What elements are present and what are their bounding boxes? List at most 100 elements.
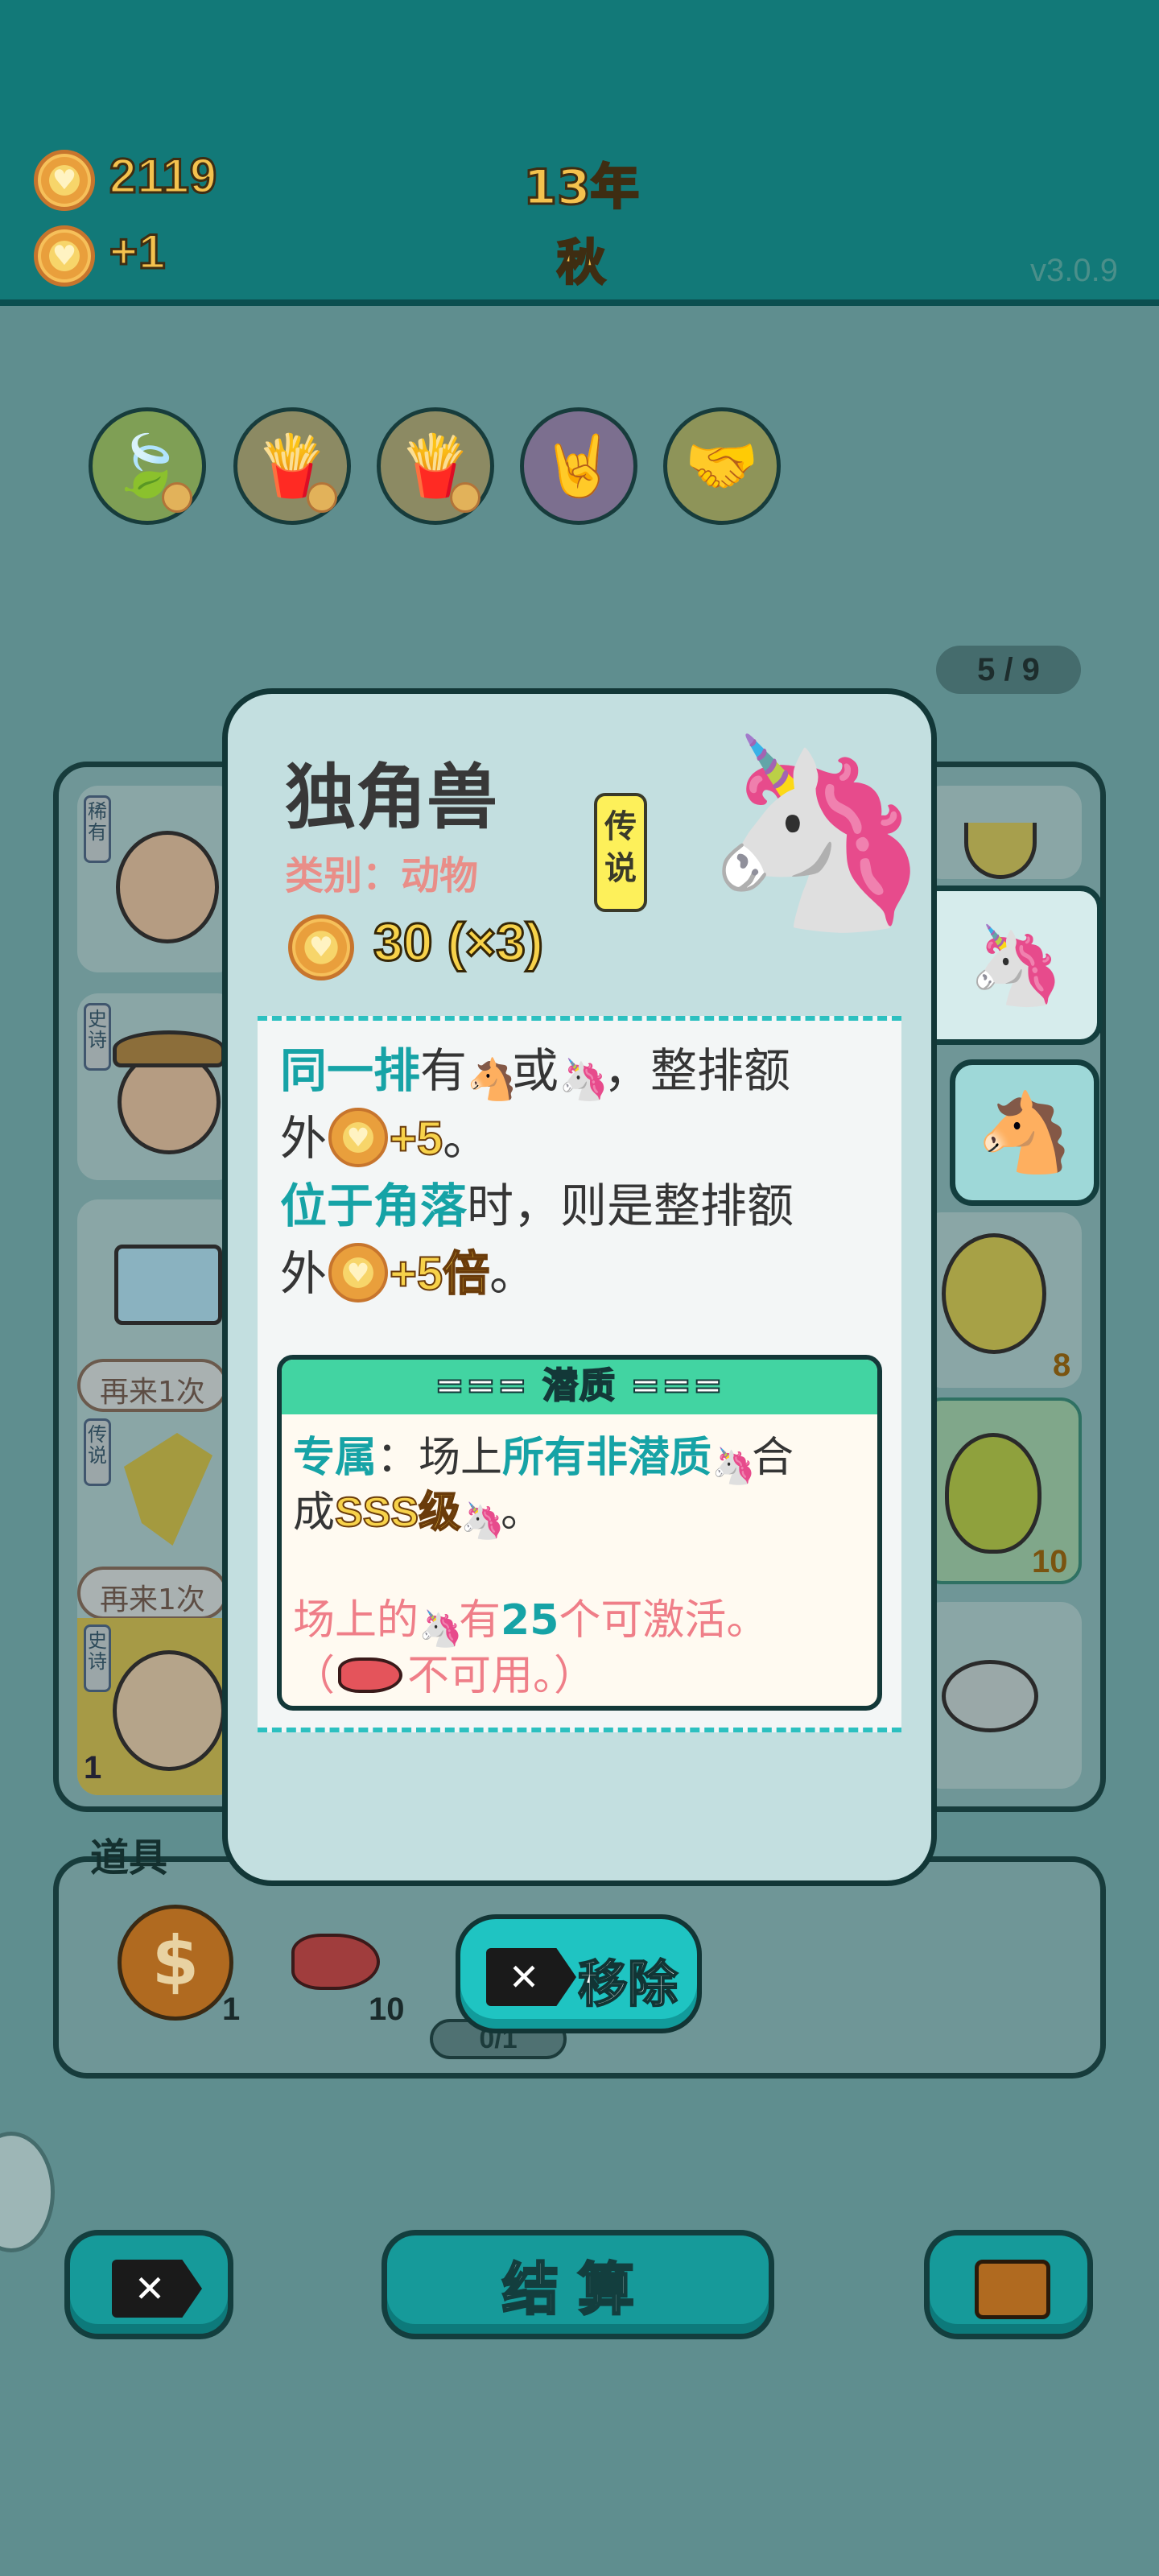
item-count: 10 <box>369 1992 405 2027</box>
potential-box: === 潜质 === 专属：场上所有非潜质🦄合 成SSS级🦄。 场上的🦄有25个… <box>277 1355 882 1711</box>
board-cell[interactable] <box>921 786 1082 879</box>
text: 或 <box>512 1043 559 1098</box>
board-cell[interactable]: 稀有 <box>77 786 238 972</box>
coin-icon <box>328 1243 389 1302</box>
description-line-4: 外 +5倍。 <box>280 1240 536 1308</box>
text: 有 <box>420 1043 468 1098</box>
highlight-text: 专属 <box>293 1434 377 1482</box>
rock-hand-icon: 🤘 <box>541 431 617 501</box>
coin-income: +1 <box>108 224 167 280</box>
horse-icon: 🐴 <box>976 1087 1073 1178</box>
close-tag-icon: ✕ <box>112 2260 202 2318</box>
text: 个可激活。 <box>559 1596 769 1645</box>
item-name: 独角兽 <box>285 756 498 839</box>
text: 外 <box>280 1246 328 1301</box>
bald-man-icon <box>116 831 219 943</box>
highlight-text: 所有非潜质 <box>502 1434 712 1482</box>
briefcase-icon <box>975 2260 1050 2319</box>
handshake-icon: 🤝 <box>684 431 760 501</box>
text: 不可用。） <box>407 1652 596 1700</box>
text: 。 <box>489 1246 537 1301</box>
horse-icon: 🐴 <box>467 1056 518 1103</box>
text: 外 <box>280 1111 328 1166</box>
monkey-icon <box>942 1233 1046 1354</box>
pear-icon <box>945 1433 1041 1554</box>
settle-label: 结算 <box>501 2255 654 2323</box>
highlight-text: 位于角落 <box>280 1179 468 1233</box>
perk-rock-hand[interactable]: 🤘 <box>520 407 637 525</box>
text: ：场上 <box>377 1434 503 1482</box>
cloud-icon <box>942 1660 1038 1732</box>
unicorn-icon: 🦄 <box>460 1501 505 1542</box>
potential-line-4: （ 不可用。） <box>293 1648 596 1703</box>
grandma-icon <box>113 1650 225 1771</box>
item-category: 类别：动物 <box>285 853 479 898</box>
coin-icon <box>288 914 354 980</box>
retry-bubble: 再来1次 <box>77 1567 228 1620</box>
perk-fries[interactable]: 🍟 <box>377 407 494 525</box>
text: 有 <box>459 1596 501 1645</box>
dollar-coin-icon[interactable]: $ <box>118 1905 233 2021</box>
bonus-value: +5 <box>389 1112 443 1166</box>
unicode-card-selected[interactable]: 🦄 <box>930 886 1103 1045</box>
coin-icon <box>34 225 95 287</box>
liver-icon <box>335 1648 407 1696</box>
discard-button[interactable]: ✕ <box>64 2230 233 2339</box>
banana-icon <box>964 823 1037 879</box>
text: 时，则是整排额 <box>467 1179 794 1233</box>
board-cell[interactable]: 8 <box>921 1212 1082 1388</box>
highlight-text: 同一排 <box>280 1043 421 1098</box>
coin-icon <box>328 1108 389 1167</box>
rarity-tag: 稀有 <box>84 795 111 863</box>
highlight-number: 25 <box>501 1596 559 1645</box>
settle-button[interactable]: 结算 <box>382 2230 774 2339</box>
item-count: 10 <box>1032 1544 1068 1579</box>
rarity-badge: 传说 <box>594 793 647 912</box>
page-indicator: 5 / 9 <box>936 646 1081 694</box>
perk-leaf[interactable]: 🍃 <box>89 407 206 525</box>
rarity-tag: 史诗 <box>84 1624 111 1692</box>
text: （ <box>293 1652 336 1700</box>
potential-line-1: 专属：场上所有非潜质🦄合 <box>293 1430 794 1488</box>
item-count: 1 <box>222 1992 241 2027</box>
season-label: 秋 <box>556 234 607 293</box>
liver-icon[interactable] <box>291 1934 380 1990</box>
year-label: 13年 <box>522 159 641 217</box>
perk-handshake[interactable]: 🤝 <box>663 407 781 525</box>
hat-icon <box>113 1030 225 1067</box>
text: ，整排额 <box>604 1043 791 1098</box>
coin-total: 2119 <box>108 148 218 204</box>
item-value: 30 (×3) <box>373 911 545 973</box>
inventory-button[interactable] <box>924 2230 1093 2339</box>
unicorn-icon: 🦄 <box>702 725 933 940</box>
version-label: v3.0.9 <box>1030 253 1118 288</box>
pointing-hand-icon <box>124 1433 212 1546</box>
description-line-3: 位于角落时，则是整排额 <box>280 1172 794 1240</box>
board-cell[interactable]: 再来1次 传说 再来1次 史诗 1 <box>77 1199 238 1795</box>
text: 成 <box>293 1488 336 1537</box>
perk-fries[interactable]: 🍟 <box>233 407 351 525</box>
description-line-2: 外 +5。 <box>280 1104 489 1173</box>
text: 。 <box>443 1111 490 1166</box>
item-count: 8 <box>1053 1348 1071 1383</box>
items-label: 道具 <box>90 1835 168 1880</box>
unicorn-icon: 🦄 <box>419 1608 463 1649</box>
item-count: 1 <box>84 1750 102 1785</box>
board-cell[interactable] <box>921 1602 1082 1789</box>
coin-icon <box>34 150 95 211</box>
board-cell[interactable]: 10 <box>921 1397 1082 1584</box>
computer-icon <box>114 1245 222 1325</box>
text: 。 <box>501 1488 543 1537</box>
horse-card[interactable]: 🐴 <box>950 1059 1099 1206</box>
retry-bubble: 再来1次 <box>77 1359 228 1412</box>
unicorn-icon: 🦄 <box>711 1446 756 1487</box>
description-line-1: 同一排有🐴或🦄，整排额 <box>280 1037 790 1104</box>
potential-line-2: 成SSS级🦄。 <box>293 1485 542 1542</box>
text: 合 <box>752 1434 794 1482</box>
bonus-value: +5倍 <box>389 1247 490 1301</box>
sheep-avatar-icon[interactable] <box>0 2132 55 2252</box>
potential-line-3: 场上的🦄有25个可激活。 <box>293 1593 768 1650</box>
board-cell[interactable]: 史诗 <box>77 993 238 1180</box>
rarity-tag: 史诗 <box>84 1003 111 1071</box>
remove-label: 移除 <box>577 1954 678 2014</box>
